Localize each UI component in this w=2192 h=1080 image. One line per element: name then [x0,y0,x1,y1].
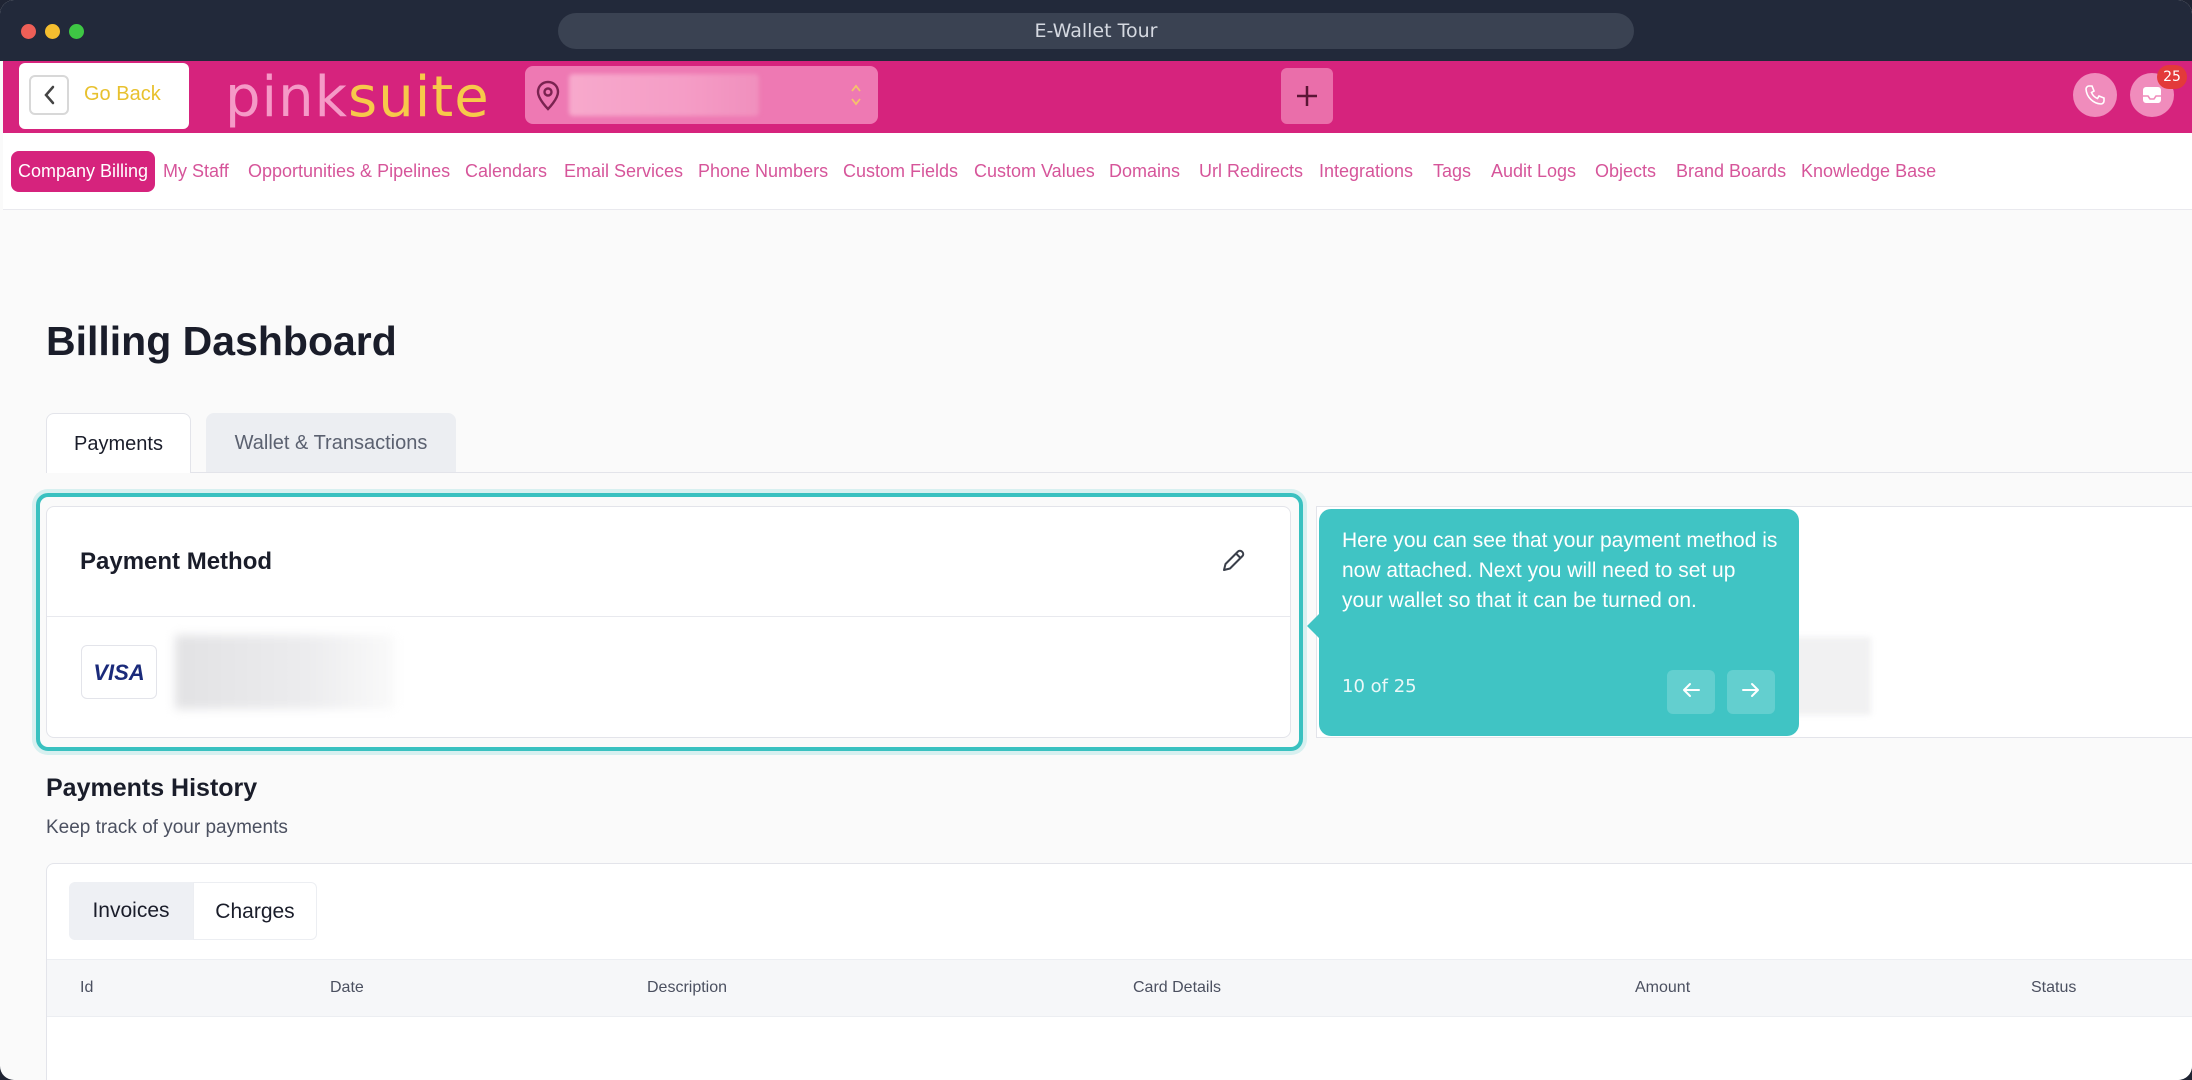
card-divider [47,616,1290,617]
tab-wallet-transactions[interactable]: Wallet & Transactions [206,413,456,473]
column-header-card-details[interactable]: Card Details [1133,979,1221,997]
nav-item-integrations[interactable]: Integrations [1319,161,1413,182]
nav-item-custom-values[interactable]: Custom Values [974,161,1095,182]
column-header-amount[interactable]: Amount [1635,979,1690,997]
nav-item-phone-numbers[interactable]: Phone Numbers [698,161,828,182]
column-header-date[interactable]: Date [330,979,364,997]
window-title[interactable]: E-Wallet Tour [558,13,1634,49]
nav-item-domains[interactable]: Domains [1109,161,1180,182]
tab-payments[interactable]: Payments [46,413,191,473]
subtab-invoices[interactable]: Invoices [69,882,193,940]
tooltip-pointer [1307,614,1319,638]
logo-part-2: suite [348,65,490,130]
arrow-right-icon [1741,682,1761,702]
plus-icon [1295,84,1319,112]
go-back-label: Go Back [84,83,161,105]
payments-history-title: Payments History [46,774,258,802]
app-header: Go Back pinksuite [3,61,2192,133]
tour-previous-button[interactable] [1667,670,1715,714]
arrow-left-icon [1681,682,1701,702]
chevron-left-icon [29,75,69,115]
visa-logo: VISA [81,645,157,699]
quick-add-button[interactable] [1281,68,1333,124]
nav-item-custom-fields[interactable]: Custom Fields [843,161,958,182]
column-header-id[interactable]: Id [80,979,93,997]
go-back-button[interactable]: Go Back [19,63,189,129]
nav-item-company-billing[interactable]: Company Billing [11,151,156,192]
tour-tooltip-text: Here you can see that your payment metho… [1342,529,1778,612]
nav-item-knowledge-base[interactable]: Knowledge Base [1801,161,1936,182]
payments-history-table: Invoices Charges Id Date Description Car… [46,863,2192,1080]
nav-item-audit-logs[interactable]: Audit Logs [1491,161,1576,182]
column-header-status[interactable]: Status [2031,979,2076,997]
inbox-icon [2141,84,2163,110]
nav-item-url-redirects[interactable]: Url Redirects [1199,161,1303,182]
page-title: Billing Dashboard [46,318,397,364]
payment-method-card: Payment Method VISA [46,506,1291,738]
edit-pencil-icon[interactable] [1218,546,1248,580]
tour-tooltip: Here you can see that your payment metho… [1307,509,1799,736]
subtab-charges[interactable]: Charges [193,882,317,940]
nav-item-brand-boards[interactable]: Brand Boards [1676,161,1786,182]
notification-badge: 25 [2157,65,2187,89]
minimize-window-button[interactable] [45,24,60,39]
nav-item-tags[interactable]: Tags [1433,161,1471,182]
sort-arrows-icon [850,81,862,113]
nav-item-calendars[interactable]: Calendars [465,161,547,182]
location-pin-icon [535,80,561,116]
close-window-button[interactable] [21,24,36,39]
nav-item-my-staff[interactable]: My Staff [163,161,229,182]
settings-nav: Company Billing My Staff Opportunities &… [3,133,2192,210]
tour-step-counter: 10 of 25 [1342,676,1417,697]
location-selector[interactable] [525,66,878,124]
logo-part-1: pink [225,65,349,130]
nav-item-objects[interactable]: Objects [1595,161,1656,182]
card-number-redacted [175,635,395,709]
maximize-window-button[interactable] [69,24,84,39]
table-header: Id Date Description Card Details Amount … [47,959,2192,1017]
location-name-redacted [569,74,759,116]
browser-window: E-Wallet Tour Go Back pinksuite 25 Compa… [0,0,2192,1080]
nav-item-opportunities-pipelines[interactable]: Opportunities & Pipelines [248,161,450,182]
payments-history-subtitle: Keep track of your payments [46,817,288,838]
nav-item-email-services[interactable]: Email Services [564,161,683,182]
tour-next-button[interactable] [1727,670,1775,714]
tab-divider [190,472,2192,473]
pinksuite-logo[interactable]: pinksuite [225,69,490,127]
title-bar: E-Wallet Tour [0,0,2192,61]
column-header-description[interactable]: Description [647,979,727,997]
phone-icon [2084,84,2106,110]
payment-method-title: Payment Method [80,548,273,575]
phone-button[interactable] [2073,73,2117,117]
